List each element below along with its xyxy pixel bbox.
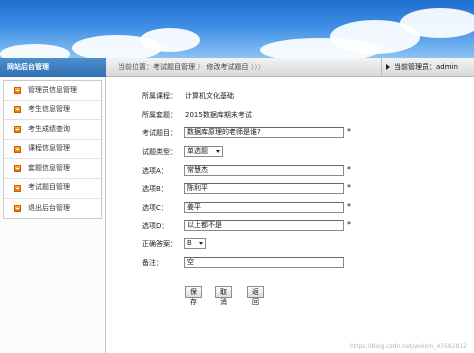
option-d-input[interactable]: 以上都不是	[184, 220, 344, 231]
question-label: 考试题目：	[142, 129, 177, 137]
cloud-decoration	[0, 44, 70, 58]
header-banner	[0, 0, 474, 58]
sidebar-item-exam-questions[interactable]: 考试题目管理	[4, 179, 101, 199]
bird-decoration	[133, 41, 138, 43]
orange-square-icon	[14, 184, 21, 192]
option-a-input[interactable]: 常慧杰	[184, 165, 344, 176]
bird-decoration	[123, 40, 128, 42]
orange-square-icon	[14, 106, 21, 114]
breadcrumb: 当前位置：考试题目管理 〉 修改考试题目 〉〉〉	[118, 58, 265, 77]
chevron-down-icon	[199, 242, 203, 245]
question-set-label: 所属套题：	[142, 111, 177, 119]
option-d-label: 选项D：	[142, 222, 169, 230]
remark-input[interactable]: 空	[184, 257, 344, 268]
correct-answer-select[interactable]: B	[184, 238, 206, 249]
course-label: 所属课程：	[142, 92, 177, 100]
watermark: https://blog.csdn.net/weixin_43582812	[349, 343, 467, 350]
option-b-label: 选项B：	[142, 185, 168, 193]
breadcrumb-suffix: 〉〉〉	[248, 63, 265, 71]
correct-answer-value: B	[187, 239, 192, 247]
sidebar-item-student-info[interactable]: 考生信息管理	[4, 101, 101, 121]
question-type-value: 单选题	[187, 147, 208, 155]
sidebar-item-logout[interactable]: 退出后台管理	[4, 199, 101, 219]
option-c-input[interactable]: 姜平	[184, 202, 344, 213]
question-input[interactable]: 数据库原理的老师是谁?	[184, 127, 344, 138]
breadcrumb-crumb-question-management[interactable]: 考试题目管理	[153, 63, 195, 71]
breadcrumb-crumb-edit-question: 修改考试题目	[206, 63, 249, 71]
required-mark: *	[347, 165, 351, 174]
triangle-right-icon	[386, 64, 390, 70]
sidebar-item-question-set[interactable]: 套题信息管理	[4, 159, 101, 179]
sidebar-item-label: 套题信息管理	[28, 163, 70, 172]
top-navbar: 网站后台管理 当前位置：考试题目管理 〉 修改考试题目 〉〉〉 当前管理员：ad…	[0, 58, 474, 77]
question-type-label: 试题类型：	[142, 148, 177, 156]
sidebar-item-score-query[interactable]: 考生成绩查询	[4, 120, 101, 140]
required-mark: *	[347, 220, 351, 229]
bird-decoration	[138, 46, 143, 48]
sidebar-menu: 管理员信息管理 考生信息管理 考生成绩查询 课程信息管理 套题信息管理 考试题目…	[3, 80, 102, 220]
cancel-button[interactable]: 取消	[215, 286, 232, 306]
course-value: 计算机文化基础	[185, 92, 234, 100]
orange-square-icon	[14, 145, 21, 153]
remark-label: 备注：	[142, 259, 163, 267]
cloud-decoration	[140, 28, 200, 52]
save-button[interactable]: 保存	[185, 286, 202, 306]
sidebar-item-label: 考生成绩查询	[28, 124, 70, 133]
breadcrumb-prefix: 当前位置：	[118, 63, 153, 71]
sidebar-title: 网站后台管理	[0, 58, 106, 77]
sidebar-item-label: 管理员信息管理	[28, 85, 77, 94]
sidebar-item-label: 考生信息管理	[28, 105, 70, 114]
required-mark: *	[347, 183, 351, 192]
orange-square-icon	[14, 125, 21, 133]
option-a-label: 选项A：	[142, 167, 168, 175]
orange-square-icon	[14, 204, 21, 212]
breadcrumb-separator: 〉	[195, 63, 205, 71]
sidebar-item-label: 考试题目管理	[28, 183, 70, 192]
back-button[interactable]: 返回	[247, 286, 264, 306]
sidebar: 管理员信息管理 考生信息管理 考生成绩查询 课程信息管理 套题信息管理 考试题目…	[0, 77, 106, 353]
sidebar-item-label: 课程信息管理	[28, 144, 70, 153]
sidebar-item-course-info[interactable]: 课程信息管理	[4, 140, 101, 160]
cloud-decoration	[400, 8, 474, 38]
chevron-down-icon	[216, 150, 220, 153]
required-mark: *	[347, 202, 351, 211]
bird-decoration	[128, 36, 133, 38]
current-admin: 当前管理员：admin	[381, 58, 458, 77]
question-type-select[interactable]: 单选题	[184, 146, 223, 157]
current-admin-label: 当前管理员：admin	[394, 63, 458, 71]
sidebar-item-admin-info[interactable]: 管理员信息管理	[4, 81, 101, 101]
question-set-value: 2015数据库期末考试	[185, 111, 252, 119]
required-mark: *	[347, 127, 351, 136]
orange-square-icon	[14, 165, 21, 173]
option-b-input[interactable]: 陈利平	[184, 183, 344, 194]
orange-square-icon	[14, 86, 21, 94]
correct-answer-label: 正确答案：	[142, 240, 177, 248]
option-c-label: 选项C：	[142, 204, 168, 212]
sidebar-item-label: 退出后台管理	[28, 203, 70, 212]
